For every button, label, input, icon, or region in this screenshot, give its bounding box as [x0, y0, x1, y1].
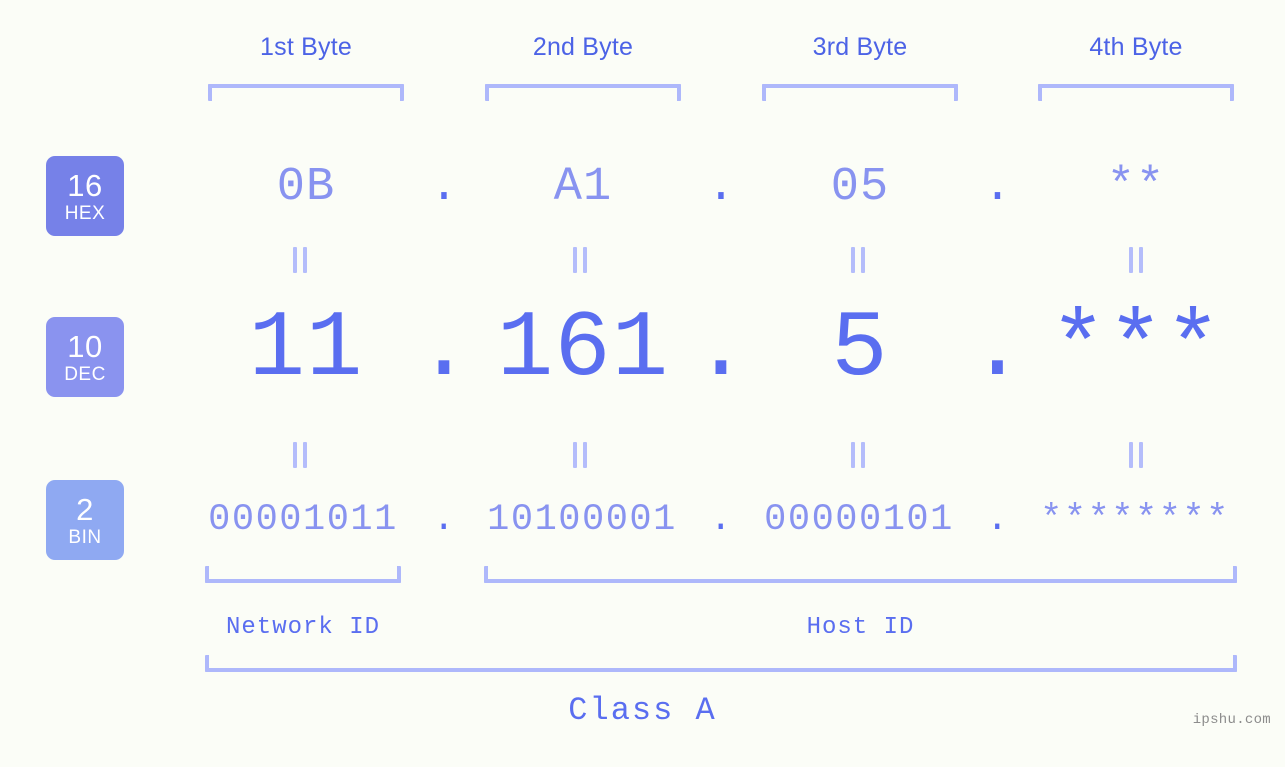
- byte-header-2: 2nd Byte: [532, 33, 634, 61]
- dec-value-row: 11 . 161 . 5 . ***: [0, 296, 1285, 404]
- equality-symbol-dec-bin-3: [851, 442, 865, 468]
- hex-separator-2: .: [706, 161, 737, 214]
- hex-value-row: 0B . A1 . 05 . **: [0, 152, 1285, 224]
- network-id-label: Network ID: [225, 614, 381, 641]
- dec-byte-1: 11: [248, 297, 364, 403]
- bin-byte-3: 00000101: [764, 499, 954, 541]
- dec-byte-2: 161: [496, 297, 670, 403]
- hex-separator-1: .: [429, 161, 460, 214]
- byte-header-3: 3rd Byte: [812, 33, 908, 61]
- equality-symbol-dec-bin-4: [1129, 442, 1143, 468]
- byte-header-1: 1st Byte: [260, 33, 352, 61]
- byte-bracket-top-4: [1038, 84, 1234, 101]
- bin-separator-1: .: [432, 499, 457, 541]
- bin-byte-4: ********: [1040, 499, 1230, 541]
- hex-byte-4: **: [1106, 161, 1166, 214]
- equality-symbol-hex-dec-2: [573, 247, 587, 273]
- host-id-label: Host ID: [806, 614, 915, 641]
- hex-byte-3: 05: [830, 161, 890, 214]
- dec-separator-1: .: [415, 297, 474, 403]
- byte-bracket-top-3: [762, 84, 958, 101]
- ip-byte-breakdown-diagram: 1st Byte 2nd Byte 3rd Byte 4th Byte 16 H…: [0, 0, 1285, 767]
- equality-symbol-dec-bin-1: [293, 442, 307, 468]
- host-id-bracket: [484, 566, 1237, 583]
- hex-byte-1: 0B: [276, 161, 336, 214]
- dec-byte-4: ***: [1049, 297, 1223, 403]
- byte-bracket-top-1: [208, 84, 404, 101]
- dec-byte-3: 5: [831, 297, 889, 403]
- equality-symbol-hex-dec-4: [1129, 247, 1143, 273]
- equality-symbol-hex-dec-1: [293, 247, 307, 273]
- hex-byte-2: A1: [553, 161, 613, 214]
- dec-separator-2: .: [692, 297, 751, 403]
- class-bracket: [205, 655, 1237, 672]
- bin-byte-2: 10100001: [487, 499, 677, 541]
- class-label: Class A: [568, 692, 717, 729]
- hex-separator-3: .: [983, 161, 1013, 214]
- dec-separator-3: .: [969, 297, 1027, 403]
- byte-bracket-top-2: [485, 84, 681, 101]
- site-watermark: ipshu.com: [1192, 712, 1271, 728]
- byte-header-4: 4th Byte: [1089, 33, 1183, 61]
- bin-byte-1: 00001011: [208, 499, 398, 541]
- equality-symbol-dec-bin-2: [573, 442, 587, 468]
- bin-value-row: 00001011 . 10100001 . 00000101 . *******…: [0, 492, 1285, 548]
- equality-symbol-hex-dec-3: [851, 247, 865, 273]
- bin-separator-2: .: [709, 499, 734, 541]
- bin-separator-3: .: [986, 499, 1010, 541]
- network-id-bracket: [205, 566, 401, 583]
